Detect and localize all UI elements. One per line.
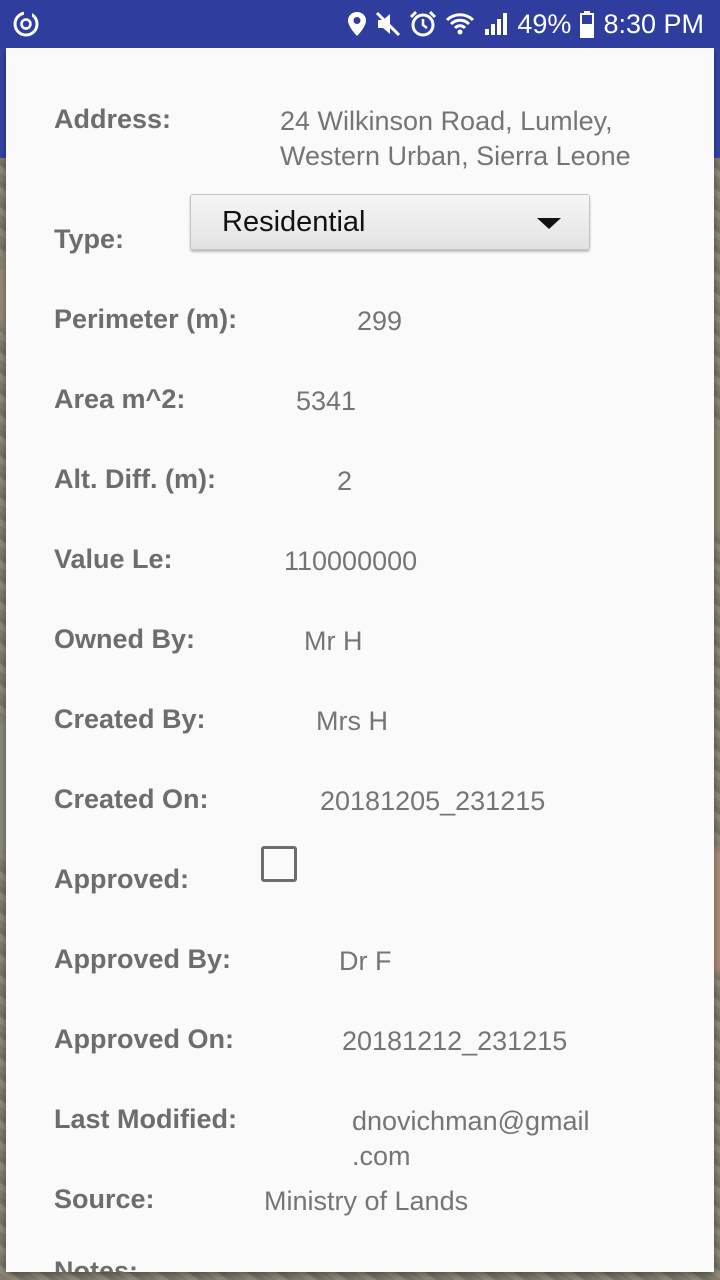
mute-icon	[375, 11, 401, 37]
address-value-line1: 24 Wilkinson Road, Lumley,	[280, 106, 613, 136]
status-bar: 49% 8:30 PM	[0, 0, 720, 48]
created-on-value: 20181205_231215	[320, 786, 546, 816]
perimeter-label: Perimeter (m):	[54, 304, 238, 334]
dropdown-arrow-icon	[537, 218, 561, 229]
address-value-line2: Western Urban, Sierra Leone	[280, 141, 631, 171]
source-label: Source:	[54, 1184, 155, 1214]
value-le-label: Value Le:	[54, 544, 173, 574]
alt-diff-value: 2	[337, 466, 353, 496]
approved-label: Approved:	[54, 864, 189, 894]
area-value: 5341	[296, 386, 357, 416]
location-icon	[347, 11, 367, 37]
signal-icon	[483, 11, 509, 37]
approved-by-label: Approved By:	[54, 944, 232, 974]
type-selected-value: Residential	[222, 205, 366, 238]
alt-diff-label: Alt. Diff. (m):	[54, 464, 216, 494]
last-modified-label: Last Modified:	[54, 1104, 237, 1134]
wifi-icon	[445, 11, 475, 37]
owned-by-label: Owned By:	[54, 624, 196, 654]
created-on-label: Created On:	[54, 784, 209, 814]
perimeter-value: 299	[357, 306, 403, 336]
notes-label: Notes:	[54, 1256, 139, 1272]
address-label: Address:	[54, 104, 172, 134]
battery-level: 49%	[517, 8, 572, 39]
property-details-dialog: Address: 24 Wilkinson Road, Lumley, West…	[6, 48, 714, 1272]
app-sync-icon	[12, 10, 40, 38]
last-modified-value-line1: dnovichman@gmail	[352, 1106, 590, 1136]
approved-checkbox[interactable]	[261, 846, 297, 882]
last-modified-value-line2: .com	[352, 1141, 411, 1171]
created-by-value: Mrs H	[316, 706, 388, 736]
approved-on-value: 20181212_231215	[342, 1026, 568, 1056]
type-label: Type:	[54, 224, 125, 254]
value-le-value: 110000000	[284, 546, 418, 576]
owned-by-value: Mr H	[304, 626, 363, 656]
created-by-label: Created By:	[54, 704, 206, 734]
alarm-icon	[409, 10, 437, 38]
clock: 8:30 PM	[603, 8, 704, 39]
type-dropdown[interactable]: Residential	[190, 194, 590, 250]
battery-icon	[579, 10, 595, 38]
source-value: Ministry of Lands	[264, 1186, 469, 1216]
area-label: Area m^2:	[54, 384, 186, 414]
approved-by-value: Dr F	[339, 946, 392, 976]
approved-on-label: Approved On:	[54, 1024, 234, 1054]
